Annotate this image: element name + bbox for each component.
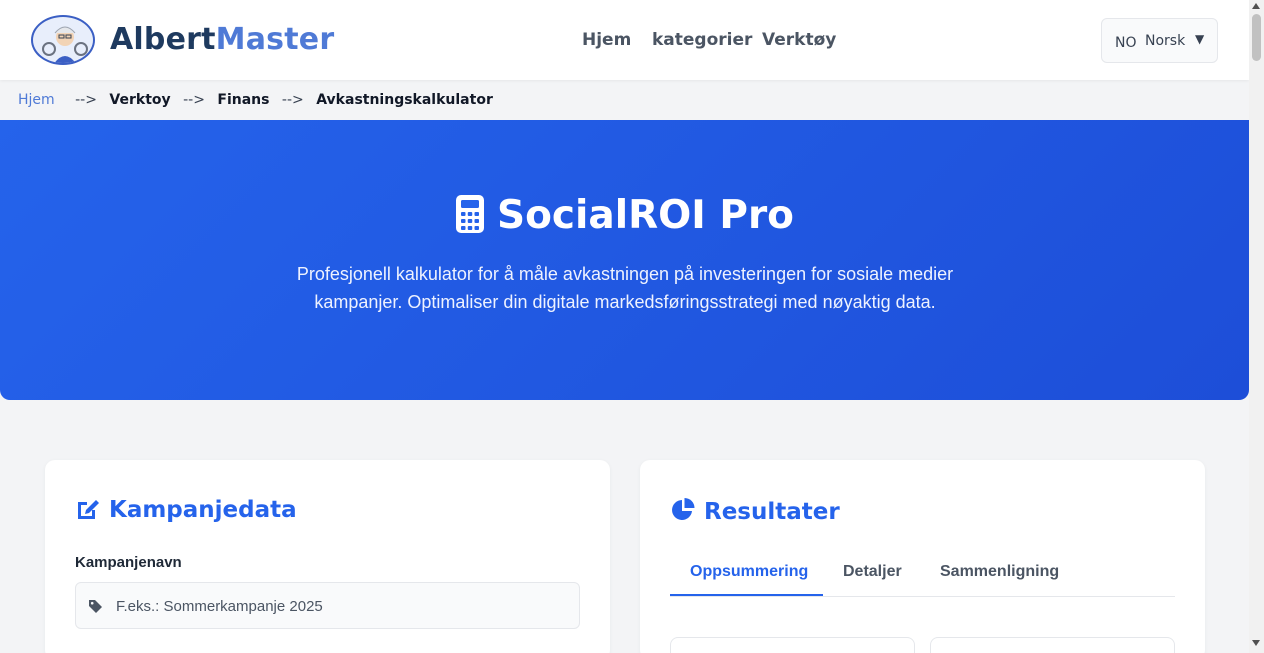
hero-title-text: SocialROI Pro [497,193,794,238]
tag-icon [89,600,102,613]
campaign-card-title-text: Kampanjedata [109,497,297,523]
logo-avatar-icon [42,26,88,63]
results-card: Resultater Oppsummering Detaljer Sammenl… [640,460,1205,653]
breadcrumb-tools[interactable]: Verktoy [109,92,170,108]
chevron-down-icon: ▼ [1195,32,1205,46]
scroll-down-arrow-icon[interactable] [1252,640,1260,646]
result-tile [930,637,1175,653]
active-tab-indicator [670,594,823,596]
breadcrumb-finance[interactable]: Finans [217,92,269,108]
campaign-name-input[interactable] [116,595,566,617]
result-tile [670,637,915,653]
results-tabs: Oppsummering Detaljer Sammenligning [670,555,1175,597]
breadcrumb-home[interactable]: Hjem [18,92,55,108]
nav-home[interactable]: Hjem [582,30,631,50]
campaign-name-label: Kampanjenavn [75,554,182,571]
site-header: AlbertMaster Hjem kategorier Verktøy NO … [0,0,1249,80]
hero-banner: SocialROI Pro Profesjonell kalkulator fo… [0,120,1249,400]
logo[interactable] [31,15,95,65]
nav-categories[interactable]: kategorier [652,30,752,50]
hero-description: Profesjonell kalkulator for å måle avkas… [296,264,954,312]
scroll-thumb[interactable] [1252,14,1261,61]
results-card-title-text: Resultater [704,499,840,525]
language-code: NO [1115,35,1137,51]
page-scrollbar[interactable] [1249,0,1264,653]
nav-tools[interactable]: Verktøy [762,30,836,50]
campaign-data-card: Kampanjedata Kampanjenavn [45,460,610,653]
language-name: Norsk [1145,33,1186,49]
breadcrumb-separator: --> [281,92,304,108]
brand-name[interactable]: AlbertMaster [110,22,334,57]
breadcrumb-separator: --> [183,92,205,108]
edit-icon [78,500,99,519]
hero-title: SocialROI Pro [0,193,1249,238]
campaign-card-title: Kampanjedata [75,497,297,523]
breadcrumb-separator: --> [75,92,97,108]
scroll-up-arrow-icon[interactable] [1252,3,1260,9]
breadcrumb: Hjem --> Verktoy --> Finans --> Avkastni… [18,92,493,108]
tab-summary[interactable]: Oppsummering [690,563,808,581]
brand-part-2: Master [215,22,335,57]
campaign-name-field[interactable] [75,582,580,629]
brand-part-1: Albert [110,22,216,57]
language-select[interactable]: NO Norsk ▼ [1101,18,1218,63]
results-card-title: Resultater [670,497,840,525]
tab-details[interactable]: Detaljer [843,563,902,581]
calculator-icon [456,195,485,233]
tab-comparison[interactable]: Sammenligning [940,563,1059,581]
breadcrumb-current: Avkastningskalkulator [316,92,493,108]
pie-chart-icon [672,498,695,520]
